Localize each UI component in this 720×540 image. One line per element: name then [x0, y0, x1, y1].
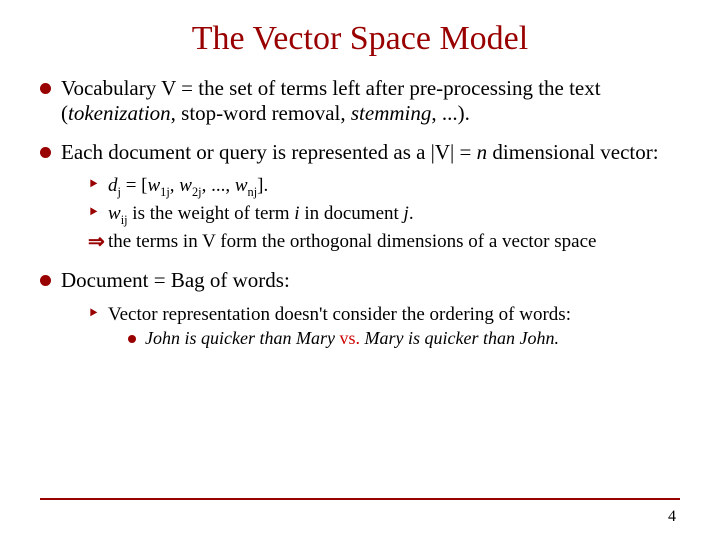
bullet-vocabulary: Vocabulary V = the set of terms left aft… [40, 76, 680, 126]
bullet-icon [40, 147, 51, 158]
subbullets-eachdoc: ‣ dj = [w1j, w2j, ..., wnj]. ‣ wij is th… [88, 174, 680, 254]
example-a: John is quicker than Mary [145, 328, 335, 348]
text: , ..., [202, 175, 235, 196]
var: w [147, 175, 160, 196]
bullet-bow: Document = Bag of words: [40, 268, 680, 293]
bullet-icon [40, 275, 51, 286]
text: dimensional vector: [487, 140, 658, 164]
text: . [409, 203, 414, 224]
subbullet-dj: ‣ dj = [w1j, w2j, ..., wnj]. [88, 174, 680, 200]
bullet-text: Vocabulary V = the set of terms left aft… [61, 76, 680, 126]
text: Each document or query is represented as… [61, 140, 477, 164]
divider [40, 498, 680, 500]
page-number: 4 [668, 508, 676, 526]
arrow-icon: ‣ [88, 174, 108, 196]
slide: The Vector Space Model Vocabulary V = th… [0, 0, 720, 540]
subbullet-text: wij is the weight of term i in document … [108, 202, 414, 228]
text: = [ [121, 175, 148, 196]
sub: nj [248, 185, 258, 199]
subbullet-text: dj = [w1j, w2j, ..., wnj]. [108, 174, 268, 200]
var: w [108, 203, 121, 224]
text: is the weight of term [128, 203, 295, 224]
text: , stop-word removal, [171, 101, 351, 125]
subbullet-text: Vector representation doesn't consider t… [108, 303, 571, 326]
slide-title: The Vector Space Model [40, 20, 680, 58]
subbullets-bow: ‣ Vector representation doesn't consider… [88, 303, 680, 326]
example-b: Mary is quicker than John [364, 328, 554, 348]
bullet-icon [128, 335, 136, 343]
bullet-eachdoc: Each document or query is represented as… [40, 140, 680, 165]
subsubbullets: John is quicker than Mary vs. Mary is qu… [128, 328, 680, 350]
var: w [235, 175, 248, 196]
subbullet-vecrep: ‣ Vector representation doesn't consider… [88, 303, 680, 326]
subbullet-ortho: ⇒ the terms in V form the orthogonal dim… [88, 230, 680, 254]
subbullet-text: the terms in V form the orthogonal dimen… [108, 230, 596, 253]
text-italic: tokenization [68, 101, 171, 125]
bullet-icon [40, 83, 51, 94]
sub: 2j [192, 185, 202, 199]
bullet-text: Each document or query is represented as… [61, 140, 680, 165]
text-italic: stemming [351, 101, 432, 125]
var: d [108, 175, 118, 196]
arrow-icon: ‣ [88, 303, 108, 325]
example-dot: . [554, 328, 559, 348]
sub: 1j [160, 185, 170, 199]
text: , [170, 175, 180, 196]
subbullet-wij: ‣ wij is the weight of term i in documen… [88, 202, 680, 228]
text-italic: n [477, 140, 488, 164]
example-vs: vs. [335, 328, 365, 348]
var: w [179, 175, 192, 196]
text: ]. [257, 175, 268, 196]
text: , ...). [431, 101, 470, 125]
subsubbullet-text: John is quicker than Mary vs. Mary is qu… [145, 328, 559, 350]
arrow-icon: ‣ [88, 202, 108, 224]
text: in document [300, 203, 404, 224]
implies-icon: ⇒ [88, 230, 108, 254]
bullet-text: Document = Bag of words: [61, 268, 680, 293]
sub: ij [121, 213, 128, 227]
subsubbullet-example: John is quicker than Mary vs. Mary is qu… [128, 328, 680, 350]
